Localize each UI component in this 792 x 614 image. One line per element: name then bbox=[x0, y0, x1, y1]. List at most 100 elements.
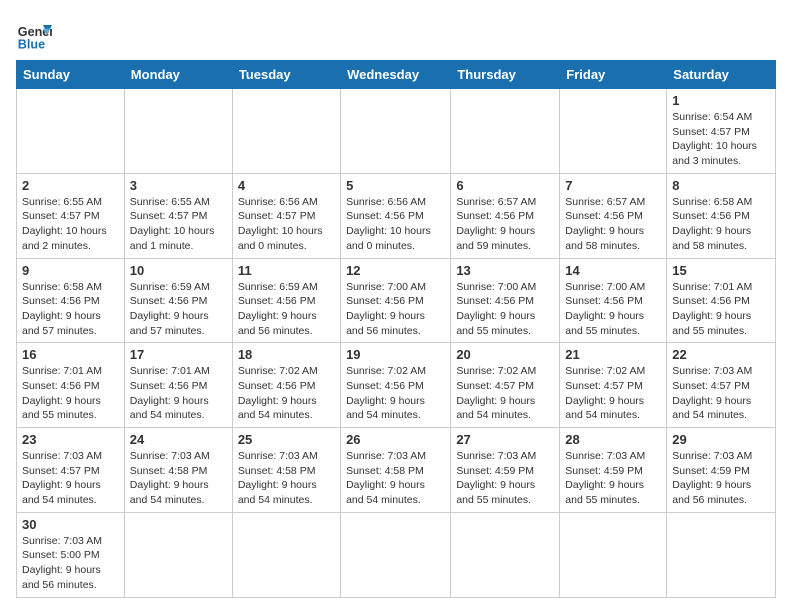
day-info: Sunrise: 7:03 AM Sunset: 4:58 PM Dayligh… bbox=[130, 449, 227, 508]
calendar-cell: 27 Sunrise: 7:03 AM Sunset: 4:59 PM Dayli… bbox=[451, 428, 560, 513]
day-number: 5 bbox=[346, 178, 445, 193]
calendar-cell bbox=[341, 89, 451, 174]
day-number: 24 bbox=[130, 432, 227, 447]
day-number: 27 bbox=[456, 432, 554, 447]
calendar-cell: 22 Sunrise: 7:03 AM Sunset: 4:57 PM Dayli… bbox=[667, 343, 776, 428]
calendar-cell: 14Sunrise: 7:00 AM Sunset: 4:56 PM Dayli… bbox=[560, 258, 667, 343]
calendar-cell bbox=[560, 89, 667, 174]
page-header: General Blue bbox=[16, 16, 776, 52]
day-number: 21 bbox=[565, 347, 661, 362]
calendar-cell: 28 Sunrise: 7:03 AM Sunset: 4:59 PM Dayli… bbox=[560, 428, 667, 513]
day-info: Sunrise: 7:01 AM Sunset: 4:56 PM Dayligh… bbox=[672, 280, 770, 339]
day-info: Sunrise: 7:03 AM Sunset: 4:58 PM Dayligh… bbox=[346, 449, 445, 508]
calendar-cell bbox=[124, 512, 232, 597]
calendar-cell bbox=[17, 89, 125, 174]
column-header-monday: Monday bbox=[124, 61, 232, 89]
day-number: 9 bbox=[22, 263, 119, 278]
day-info: Sunrise: 6:56 AM Sunset: 4:57 PM Dayligh… bbox=[238, 195, 335, 254]
calendar-cell: 18 Sunrise: 7:02 AM Sunset: 4:56 PM Dayli… bbox=[232, 343, 340, 428]
day-info: Sunrise: 7:02 AM Sunset: 4:57 PM Dayligh… bbox=[456, 364, 554, 423]
calendar-week-row: 30 Sunrise: 7:03 AM Sunset: 5:00 PM Dayli… bbox=[17, 512, 776, 597]
calendar-cell bbox=[560, 512, 667, 597]
calendar-cell bbox=[451, 89, 560, 174]
day-info: Sunrise: 7:03 AM Sunset: 4:59 PM Dayligh… bbox=[456, 449, 554, 508]
calendar-cell bbox=[232, 89, 340, 174]
calendar-week-row: 23Sunrise: 7:03 AM Sunset: 4:57 PM Dayli… bbox=[17, 428, 776, 513]
calendar-cell: 24 Sunrise: 7:03 AM Sunset: 4:58 PM Dayli… bbox=[124, 428, 232, 513]
calendar-cell: 8 Sunrise: 6:58 AM Sunset: 4:56 PM Daylig… bbox=[667, 173, 776, 258]
day-number: 30 bbox=[22, 517, 119, 532]
day-number: 12 bbox=[346, 263, 445, 278]
column-header-tuesday: Tuesday bbox=[232, 61, 340, 89]
day-info: Sunrise: 7:03 AM Sunset: 5:00 PM Dayligh… bbox=[22, 534, 119, 593]
day-number: 26 bbox=[346, 432, 445, 447]
calendar-week-row: 1 Sunrise: 6:54 AM Sunset: 4:57 PM Daylig… bbox=[17, 89, 776, 174]
day-info: Sunrise: 6:57 AM Sunset: 4:56 PM Dayligh… bbox=[456, 195, 554, 254]
day-number: 18 bbox=[238, 347, 335, 362]
calendar-cell: 4 Sunrise: 6:56 AM Sunset: 4:57 PM Daylig… bbox=[232, 173, 340, 258]
calendar-cell: 2 Sunrise: 6:55 AM Sunset: 4:57 PM Daylig… bbox=[17, 173, 125, 258]
calendar-cell: 30 Sunrise: 7:03 AM Sunset: 5:00 PM Dayli… bbox=[17, 512, 125, 597]
day-info: Sunrise: 7:00 AM Sunset: 4:56 PM Dayligh… bbox=[565, 280, 661, 339]
calendar-cell: 21 Sunrise: 7:02 AM Sunset: 4:57 PM Dayli… bbox=[560, 343, 667, 428]
day-info: Sunrise: 7:00 AM Sunset: 4:56 PM Dayligh… bbox=[346, 280, 445, 339]
day-number: 28 bbox=[565, 432, 661, 447]
calendar-cell bbox=[451, 512, 560, 597]
calendar-cell: 10 Sunrise: 6:59 AM Sunset: 4:56 PM Dayli… bbox=[124, 258, 232, 343]
day-info: Sunrise: 7:03 AM Sunset: 4:57 PM Dayligh… bbox=[672, 364, 770, 423]
day-info: Sunrise: 6:55 AM Sunset: 4:57 PM Dayligh… bbox=[22, 195, 119, 254]
day-info: Sunrise: 7:02 AM Sunset: 4:56 PM Dayligh… bbox=[346, 364, 445, 423]
svg-text:Blue: Blue bbox=[18, 37, 45, 51]
calendar-cell: 19 Sunrise: 7:02 AM Sunset: 4:56 PM Dayli… bbox=[341, 343, 451, 428]
logo-icon: General Blue bbox=[16, 16, 52, 52]
day-info: Sunrise: 7:03 AM Sunset: 4:59 PM Dayligh… bbox=[565, 449, 661, 508]
day-info: Sunrise: 7:03 AM Sunset: 4:58 PM Dayligh… bbox=[238, 449, 335, 508]
calendar-cell: 17Sunrise: 7:01 AM Sunset: 4:56 PM Dayli… bbox=[124, 343, 232, 428]
day-number: 7 bbox=[565, 178, 661, 193]
day-info: Sunrise: 6:58 AM Sunset: 4:56 PM Dayligh… bbox=[672, 195, 770, 254]
column-header-friday: Friday bbox=[560, 61, 667, 89]
day-number: 1 bbox=[672, 93, 770, 108]
day-number: 3 bbox=[130, 178, 227, 193]
logo: General Blue bbox=[16, 16, 52, 52]
calendar-cell: 15 Sunrise: 7:01 AM Sunset: 4:56 PM Dayli… bbox=[667, 258, 776, 343]
day-info: Sunrise: 7:02 AM Sunset: 4:57 PM Dayligh… bbox=[565, 364, 661, 423]
column-header-saturday: Saturday bbox=[667, 61, 776, 89]
calendar-cell: 20 Sunrise: 7:02 AM Sunset: 4:57 PM Dayli… bbox=[451, 343, 560, 428]
day-info: Sunrise: 7:02 AM Sunset: 4:56 PM Dayligh… bbox=[238, 364, 335, 423]
day-info: Sunrise: 6:56 AM Sunset: 4:56 PM Dayligh… bbox=[346, 195, 445, 254]
calendar-cell: 1 Sunrise: 6:54 AM Sunset: 4:57 PM Daylig… bbox=[667, 89, 776, 174]
day-number: 19 bbox=[346, 347, 445, 362]
calendar-cell: 9Sunrise: 6:58 AM Sunset: 4:56 PM Daylig… bbox=[17, 258, 125, 343]
day-info: Sunrise: 6:59 AM Sunset: 4:56 PM Dayligh… bbox=[238, 280, 335, 339]
calendar-cell: 13Sunrise: 7:00 AM Sunset: 4:56 PM Dayli… bbox=[451, 258, 560, 343]
day-info: Sunrise: 7:01 AM Sunset: 4:56 PM Dayligh… bbox=[22, 364, 119, 423]
day-info: Sunrise: 6:59 AM Sunset: 4:56 PM Dayligh… bbox=[130, 280, 227, 339]
day-number: 22 bbox=[672, 347, 770, 362]
day-info: Sunrise: 7:03 AM Sunset: 4:57 PM Dayligh… bbox=[22, 449, 119, 508]
calendar-cell: 5 Sunrise: 6:56 AM Sunset: 4:56 PM Daylig… bbox=[341, 173, 451, 258]
day-number: 2 bbox=[22, 178, 119, 193]
calendar-cell bbox=[232, 512, 340, 597]
day-number: 20 bbox=[456, 347, 554, 362]
calendar-cell: 12 Sunrise: 7:00 AM Sunset: 4:56 PM Dayli… bbox=[341, 258, 451, 343]
calendar-cell bbox=[124, 89, 232, 174]
day-number: 8 bbox=[672, 178, 770, 193]
day-number: 10 bbox=[130, 263, 227, 278]
day-info: Sunrise: 7:01 AM Sunset: 4:56 PM Dayligh… bbox=[130, 364, 227, 423]
day-number: 15 bbox=[672, 263, 770, 278]
day-info: Sunrise: 7:03 AM Sunset: 4:59 PM Dayligh… bbox=[672, 449, 770, 508]
column-header-wednesday: Wednesday bbox=[341, 61, 451, 89]
day-info: Sunrise: 6:54 AM Sunset: 4:57 PM Dayligh… bbox=[672, 110, 770, 169]
calendar-week-row: 9Sunrise: 6:58 AM Sunset: 4:56 PM Daylig… bbox=[17, 258, 776, 343]
calendar-cell: 29Sunrise: 7:03 AM Sunset: 4:59 PM Dayli… bbox=[667, 428, 776, 513]
calendar-week-row: 16 Sunrise: 7:01 AM Sunset: 4:56 PM Dayli… bbox=[17, 343, 776, 428]
calendar-cell: 3Sunrise: 6:55 AM Sunset: 4:57 PM Daylig… bbox=[124, 173, 232, 258]
calendar-cell: 25Sunrise: 7:03 AM Sunset: 4:58 PM Dayli… bbox=[232, 428, 340, 513]
calendar-header-row: SundayMondayTuesdayWednesdayThursdayFrid… bbox=[17, 61, 776, 89]
day-number: 4 bbox=[238, 178, 335, 193]
calendar-table: SundayMondayTuesdayWednesdayThursdayFrid… bbox=[16, 60, 776, 598]
calendar-cell: 16 Sunrise: 7:01 AM Sunset: 4:56 PM Dayli… bbox=[17, 343, 125, 428]
day-number: 16 bbox=[22, 347, 119, 362]
calendar-cell: 6Sunrise: 6:57 AM Sunset: 4:56 PM Daylig… bbox=[451, 173, 560, 258]
